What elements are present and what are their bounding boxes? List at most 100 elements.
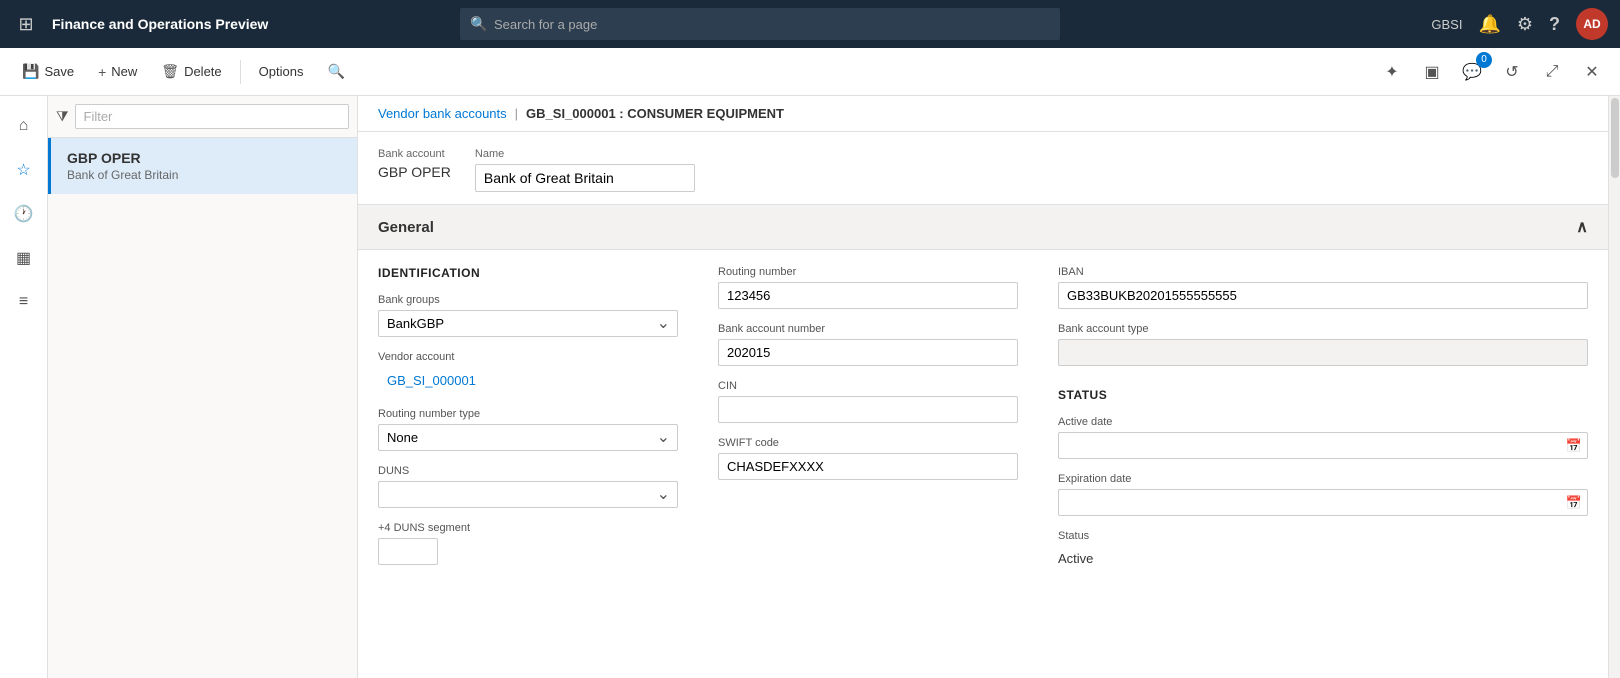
routing-number-input[interactable] <box>718 282 1018 309</box>
routing-number-field: Routing number <box>718 266 1018 309</box>
list-panel: ⧩ GBP OPER Bank of Great Britain <box>48 96 358 678</box>
form-col-iban-status: IBAN Bank account type STATUS Active dat… <box>1058 266 1588 571</box>
bank-account-type-field: Bank account type <box>1058 323 1588 366</box>
expiration-date-input[interactable] <box>1058 489 1588 516</box>
bank-groups-select[interactable]: BankGBP BankUSD BankEUR <box>378 310 678 337</box>
help-icon[interactable]: ? <box>1549 14 1560 35</box>
routing-number-label: Routing number <box>718 266 1018 278</box>
toolbar-search-button[interactable]: 🔍 <box>317 58 354 85</box>
new-icon: + <box>98 64 106 80</box>
options-button[interactable]: Options <box>249 59 314 84</box>
collapse-icon[interactable]: ∧ <box>1576 217 1588 237</box>
breadcrumb-link[interactable]: Vendor bank accounts <box>378 106 507 121</box>
scrollbar[interactable] <box>1608 96 1620 678</box>
iban-field: IBAN <box>1058 266 1588 309</box>
cin-label: CIN <box>718 380 1018 392</box>
toolbar-search-icon: 🔍 <box>327 63 344 80</box>
list-filter-bar: ⧩ <box>48 96 357 138</box>
name-field-group: Name <box>475 148 695 192</box>
routing-number-type-field: Routing number type None ABA SORT <box>378 408 678 451</box>
duns-field: DUNS <box>378 465 678 508</box>
bank-account-number-input[interactable] <box>718 339 1018 366</box>
status-section-title: STATUS <box>1058 388 1588 402</box>
top-nav-right: GBSI 🔔 ⚙ ? AD <box>1431 8 1608 40</box>
gbsi-label: GBSI <box>1431 17 1462 32</box>
refresh-icon-btn[interactable]: ↺ <box>1496 56 1528 88</box>
routing-number-type-label: Routing number type <box>378 408 678 420</box>
vendor-account-label: Vendor account <box>378 351 678 363</box>
duns-select[interactable] <box>378 481 678 508</box>
user-avatar[interactable]: AD <box>1576 8 1608 40</box>
chat-icon-wrap: 💬 0 <box>1456 56 1488 88</box>
cin-input[interactable] <box>718 396 1018 423</box>
search-icon: 🔍 <box>470 16 487 33</box>
diamond-icon-btn[interactable]: ✦ <box>1376 56 1408 88</box>
status-section-heading: STATUS <box>1058 388 1588 402</box>
list-item-title: GBP OPER <box>67 150 341 166</box>
routing-number-type-wrap: None ABA SORT <box>378 424 678 451</box>
search-bar: 🔍 <box>460 8 1060 40</box>
sidebar-icon-rail: ⌂ ☆ 🕐 ▦ ≡ <box>0 96 48 678</box>
sidebar-item-workspaces[interactable]: ▦ <box>6 240 42 276</box>
expiration-date-label: Expiration date <box>1058 473 1588 485</box>
main-layout: ⌂ ☆ 🕐 ▦ ≡ ⧩ GBP OPER Bank of Great Brita… <box>0 96 1620 678</box>
swift-code-label: SWIFT code <box>718 437 1018 449</box>
sidebar-item-favorites[interactable]: ☆ <box>6 152 42 188</box>
save-icon: 💾 <box>22 63 39 80</box>
active-date-field: Active date <box>1058 416 1588 459</box>
routing-number-type-select[interactable]: None ABA SORT <box>378 424 678 451</box>
toolbar-separator <box>240 60 241 84</box>
iban-label: IBAN <box>1058 266 1588 278</box>
list-items: GBP OPER Bank of Great Britain <box>48 138 357 678</box>
bank-account-number-label: Bank account number <box>718 323 1018 335</box>
save-button[interactable]: 💾 Save <box>12 58 84 85</box>
panel-icon-btn[interactable]: ▣ <box>1416 56 1448 88</box>
sidebar-item-home[interactable]: ⌂ <box>6 108 42 144</box>
swift-code-input[interactable] <box>718 453 1018 480</box>
identification-heading: IDENTIFICATION <box>378 266 678 280</box>
duns-label: DUNS <box>378 465 678 477</box>
chat-badge: 0 <box>1476 52 1492 68</box>
expiration-date-wrap <box>1058 489 1588 516</box>
expand-icon-btn[interactable]: ⤢ <box>1536 56 1568 88</box>
detail-header: Bank account GBP OPER Name <box>358 132 1608 205</box>
sidebar-item-modules[interactable]: ≡ <box>6 284 42 320</box>
status-field: Status Active <box>1058 530 1588 571</box>
notification-icon[interactable]: 🔔 <box>1478 14 1500 35</box>
search-input[interactable] <box>460 8 1060 40</box>
bank-account-value: GBP OPER <box>378 164 451 180</box>
vendor-account-field: Vendor account GB_SI_000001 <box>378 351 678 394</box>
scrollbar-thumb[interactable] <box>1611 98 1619 178</box>
sidebar-item-recent[interactable]: 🕐 <box>6 196 42 232</box>
filter-input[interactable] <box>75 104 350 129</box>
close-icon-btn[interactable]: ✕ <box>1576 56 1608 88</box>
vendor-account-link[interactable]: GB_SI_000001 <box>378 367 678 394</box>
iban-input[interactable] <box>1058 282 1588 309</box>
name-input[interactable] <box>475 164 695 192</box>
bank-account-type-input[interactable] <box>1058 339 1588 366</box>
bank-account-number-field: Bank account number <box>718 323 1018 366</box>
detail-panel: Vendor bank accounts | GB_SI_000001 : CO… <box>358 96 1608 678</box>
bank-groups-select-wrap: BankGBP BankUSD BankEUR <box>378 310 678 337</box>
duns-segment-label: +4 DUNS segment <box>378 522 678 534</box>
top-navigation: ⊞ Finance and Operations Preview 🔍 GBSI … <box>0 0 1620 48</box>
bank-groups-label: Bank groups <box>378 294 678 306</box>
delete-button[interactable]: 🗑 Delete <box>151 58 231 85</box>
duns-select-wrap <box>378 481 678 508</box>
cin-field: CIN <box>718 380 1018 423</box>
bank-account-label: Bank account <box>378 148 451 160</box>
bank-account-field-group: Bank account GBP OPER <box>378 148 451 192</box>
active-date-input[interactable] <box>1058 432 1588 459</box>
duns-segment-input[interactable] <box>378 538 438 565</box>
expiration-date-field: Expiration date <box>1058 473 1588 516</box>
filter-icon[interactable]: ⧩ <box>56 108 69 125</box>
grid-icon[interactable]: ⊞ <box>12 14 40 35</box>
active-date-label: Active date <box>1058 416 1588 428</box>
app-title: Finance and Operations Preview <box>52 16 268 32</box>
toolbar: 💾 Save + New 🗑 Delete Options 🔍 ✦ ▣ 💬 0 … <box>0 48 1620 96</box>
status-value: Active <box>1058 546 1588 571</box>
new-button[interactable]: + New <box>88 59 147 85</box>
breadcrumb: Vendor bank accounts | GB_SI_000001 : CO… <box>358 96 1608 132</box>
list-item[interactable]: GBP OPER Bank of Great Britain <box>48 138 357 194</box>
settings-icon[interactable]: ⚙ <box>1517 14 1533 35</box>
